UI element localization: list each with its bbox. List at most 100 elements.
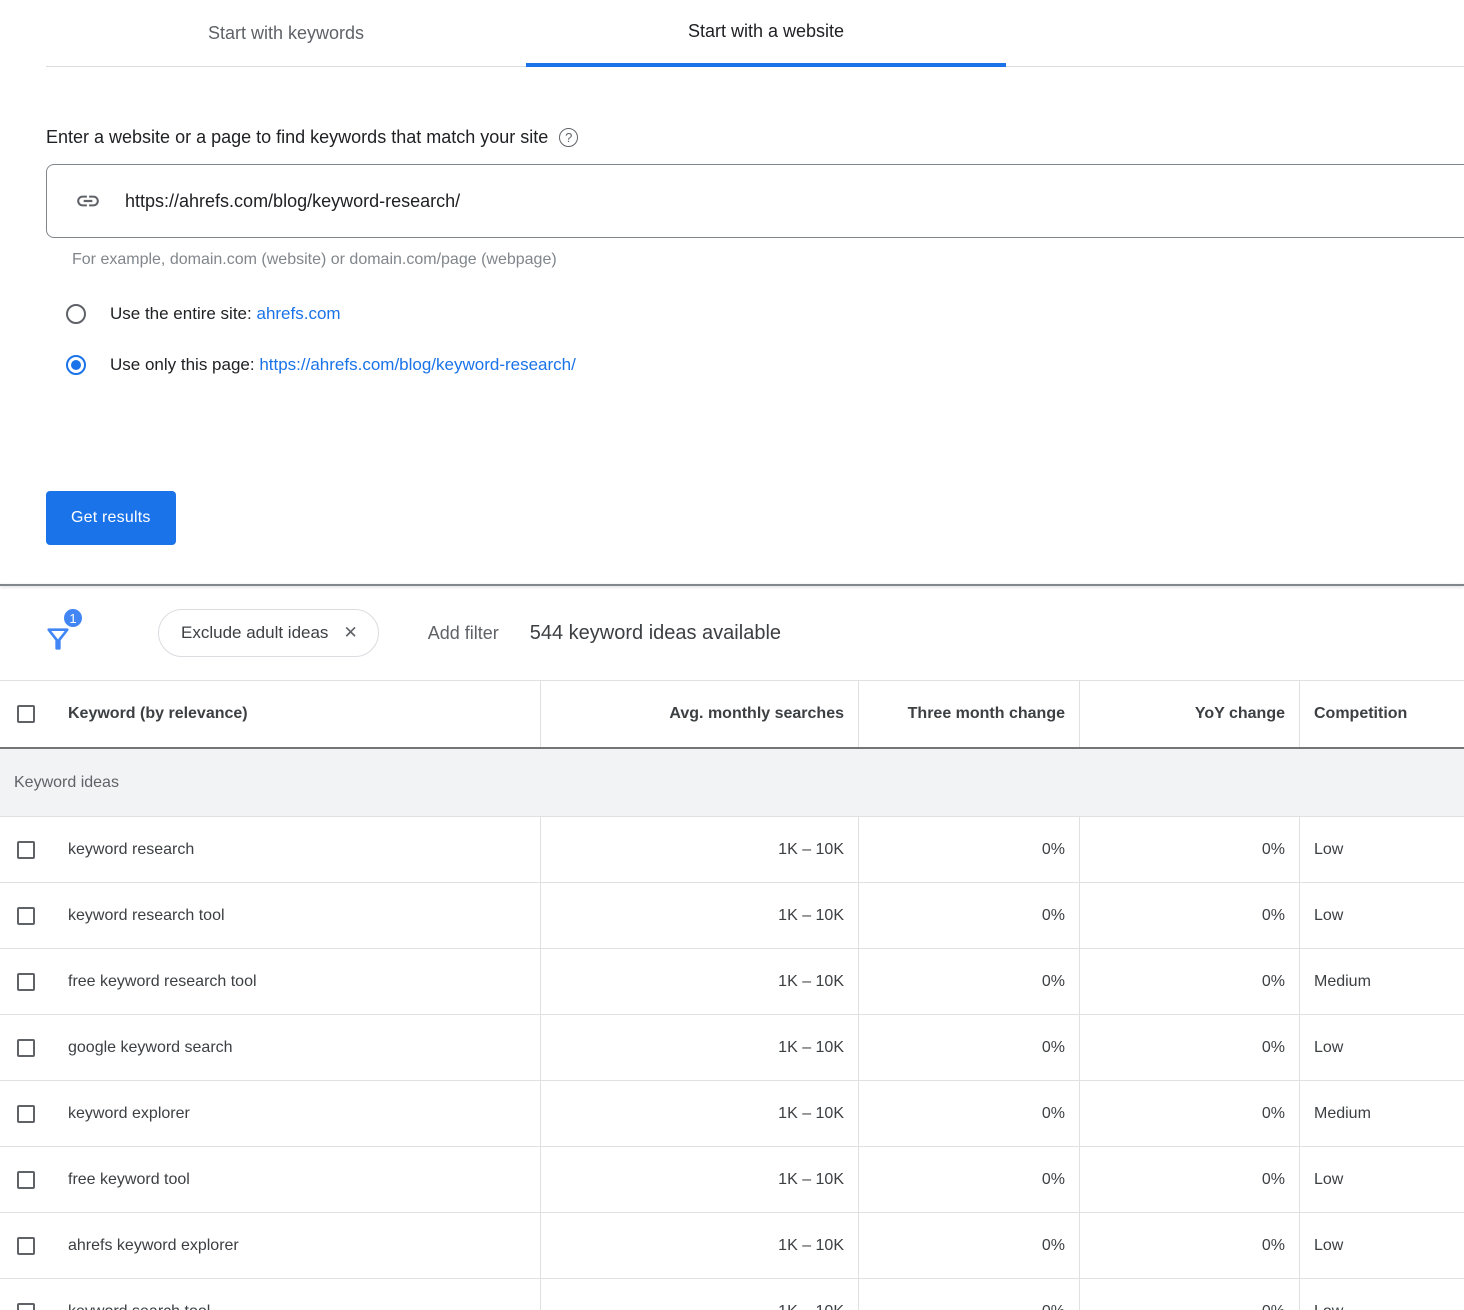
row-three-month-change: 0% (858, 1213, 1079, 1278)
header-avg-monthly-searches: Avg. monthly searches (540, 681, 858, 747)
table-row[interactable]: ahrefs keyword explorer 1K – 10K 0% 0% L… (0, 1213, 1464, 1279)
row-keyword-cell: google keyword search (0, 1015, 540, 1080)
tab-bar: Start with keywords Start with a website (46, 0, 1464, 67)
row-keyword: keyword research tool (68, 907, 225, 925)
row-checkbox[interactable] (17, 973, 35, 991)
header-competition: Competition (1299, 681, 1464, 747)
row-checkbox[interactable] (17, 1105, 35, 1123)
radio-entire-site[interactable] (66, 304, 86, 324)
row-checkbox[interactable] (17, 1303, 35, 1310)
row-avg-monthly-searches: 1K – 10K (540, 817, 858, 882)
row-avg-monthly-searches: 1K – 10K (540, 949, 858, 1014)
url-input[interactable] (125, 191, 1325, 212)
row-keyword-cell: keyword research tool (0, 883, 540, 948)
table-row[interactable]: free keyword tool 1K – 10K 0% 0% Low (0, 1147, 1464, 1213)
row-competition: Medium (1299, 1081, 1464, 1146)
row-keyword-cell: free keyword tool (0, 1147, 540, 1212)
row-checkbox[interactable] (17, 1237, 35, 1255)
row-three-month-change: 0% (858, 1081, 1079, 1146)
row-three-month-change: 0% (858, 1279, 1079, 1310)
table-row[interactable]: free keyword research tool 1K – 10K 0% 0… (0, 949, 1464, 1015)
keyword-ideas-count: 544 keyword ideas available (530, 622, 781, 645)
row-checkbox[interactable] (17, 841, 35, 859)
tab-start-with-a-website[interactable]: Start with a website (526, 0, 1006, 67)
row-keyword-cell: keyword search tool (0, 1279, 540, 1310)
row-competition: Low (1299, 1015, 1464, 1080)
row-three-month-change: 0% (858, 883, 1079, 948)
filter-chip-exclude-adult-ideas[interactable]: Exclude adult ideas ✕ (158, 609, 379, 657)
url-input-box[interactable] (46, 164, 1464, 238)
table-header-row: Keyword (by relevance) Avg. monthly sear… (0, 681, 1464, 749)
header-keyword-cell: Keyword (by relevance) (0, 681, 540, 747)
row-yoy-change: 0% (1079, 817, 1299, 882)
row-yoy-change: 0% (1079, 1147, 1299, 1212)
row-keyword: free keyword research tool (68, 973, 257, 991)
website-form: Enter a website or a page to find keywor… (46, 127, 1464, 377)
row-avg-monthly-searches: 1K – 10K (540, 1213, 858, 1278)
row-competition: Low (1299, 883, 1464, 948)
url-hint: For example, domain.com (website) or dom… (72, 251, 1464, 269)
table-row[interactable]: keyword search tool 1K – 10K 0% 0% Low (0, 1279, 1464, 1310)
scope-radio-group: Use the entire site: ahrefs.com Use only… (46, 302, 1464, 377)
link-icon (75, 188, 101, 214)
row-competition: Low (1299, 1279, 1464, 1310)
radio-entire-site-label: Use the entire site: ahrefs.com (110, 304, 341, 324)
row-keyword: keyword research (68, 841, 194, 859)
row-yoy-change: 0% (1079, 1081, 1299, 1146)
table-body: keyword research 1K – 10K 0% 0% Low (0, 817, 1464, 1310)
header-three-month-change: Three month change (858, 681, 1079, 747)
row-avg-monthly-searches: 1K – 10K (540, 1081, 858, 1146)
radio-row-entire-site: Use the entire site: ahrefs.com (66, 302, 1464, 326)
filter-bar: 1 Exclude adult ideas ✕ Add filter 544 k… (0, 586, 1464, 680)
row-yoy-change: 0% (1079, 1279, 1299, 1310)
radio-only-this-page[interactable] (66, 355, 86, 375)
table-row[interactable]: google keyword search 1K – 10K 0% 0% Low (0, 1015, 1464, 1081)
row-keyword: google keyword search (68, 1039, 233, 1057)
row-keyword-cell: keyword explorer (0, 1081, 540, 1146)
keyword-ideas-section-row: Keyword ideas (0, 749, 1464, 817)
chip-close-icon[interactable]: ✕ (343, 623, 357, 643)
tab-start-with-keywords[interactable]: Start with keywords (46, 0, 526, 67)
row-avg-monthly-searches: 1K – 10K (540, 1015, 858, 1080)
row-checkbox[interactable] (17, 907, 35, 925)
row-competition: Low (1299, 1213, 1464, 1278)
help-icon[interactable]: ? (559, 128, 578, 147)
keyword-ideas-table: Keyword (by relevance) Avg. monthly sear… (0, 680, 1464, 1310)
form-label: Enter a website or a page to find keywor… (46, 127, 548, 148)
row-three-month-change: 0% (858, 1015, 1079, 1080)
row-keyword: keyword search tool (68, 1303, 210, 1310)
row-competition: Low (1299, 1147, 1464, 1212)
table-row[interactable]: keyword research tool 1K – 10K 0% 0% Low (0, 883, 1464, 949)
select-all-checkbox[interactable] (17, 705, 35, 723)
row-avg-monthly-searches: 1K – 10K (540, 1279, 858, 1310)
row-checkbox[interactable] (17, 1171, 35, 1189)
table-row[interactable]: keyword explorer 1K – 10K 0% 0% Medium (0, 1081, 1464, 1147)
row-keyword: free keyword tool (68, 1171, 190, 1189)
radio-only-this-page-label: Use only this page: https://ahrefs.com/b… (110, 355, 576, 375)
header-keyword: Keyword (by relevance) (68, 705, 248, 723)
entire-site-link[interactable]: ahrefs.com (256, 304, 340, 323)
row-keyword-cell: keyword research (0, 817, 540, 882)
row-keyword-cell: ahrefs keyword explorer (0, 1213, 540, 1278)
row-yoy-change: 0% (1079, 883, 1299, 948)
row-competition: Low (1299, 817, 1464, 882)
row-three-month-change: 0% (858, 817, 1079, 882)
row-competition: Medium (1299, 949, 1464, 1014)
row-keyword-cell: free keyword research tool (0, 949, 540, 1014)
row-yoy-change: 0% (1079, 1015, 1299, 1080)
row-yoy-change: 0% (1079, 1213, 1299, 1278)
row-checkbox[interactable] (17, 1039, 35, 1057)
get-results-button[interactable]: Get results (46, 491, 176, 545)
row-three-month-change: 0% (858, 949, 1079, 1014)
radio-row-this-page: Use only this page: https://ahrefs.com/b… (66, 353, 1464, 377)
header-yoy-change: YoY change (1079, 681, 1299, 747)
filter-funnel-icon[interactable]: 1 (42, 611, 78, 655)
row-avg-monthly-searches: 1K – 10K (540, 883, 858, 948)
row-avg-monthly-searches: 1K – 10K (540, 1147, 858, 1212)
table-row[interactable]: keyword research 1K – 10K 0% 0% Low (0, 817, 1464, 883)
add-filter-button[interactable]: Add filter (428, 623, 499, 644)
filter-chip-label: Exclude adult ideas (181, 623, 328, 643)
row-keyword: ahrefs keyword explorer (68, 1237, 239, 1255)
this-page-link[interactable]: https://ahrefs.com/blog/keyword-research… (259, 355, 576, 374)
row-yoy-change: 0% (1079, 949, 1299, 1014)
